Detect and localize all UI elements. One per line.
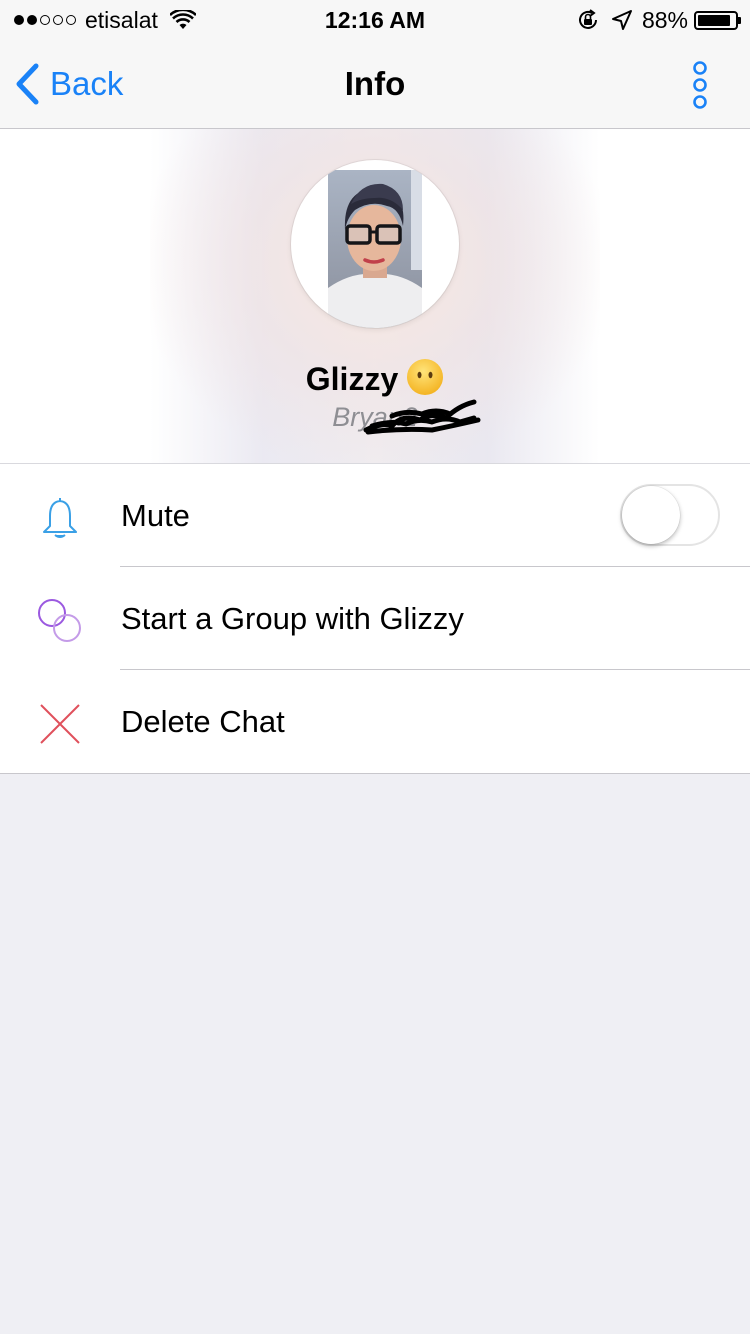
status-bar: etisalat 12:16 AM 88% (0, 0, 750, 40)
mute-row[interactable]: Mute (0, 464, 750, 567)
location-arrow-icon (611, 10, 632, 30)
orientation-lock-icon (578, 9, 597, 29)
options-list: Mute Start a Group with Glizzy Delete Ch… (0, 464, 750, 774)
group-circles-icon (38, 599, 81, 642)
bell-icon (43, 498, 77, 538)
page-title: Info (344, 65, 406, 102)
x-icon (40, 704, 80, 744)
profile-photo (328, 170, 422, 328)
navigation-bar: Back Info (0, 40, 750, 129)
delete-chat-label: Delete Chat (121, 704, 285, 739)
start-group-row[interactable]: Start a Group with Glizzy (0, 566, 750, 670)
battery-icon (694, 10, 741, 30)
toggle-knob (622, 486, 680, 544)
no-mouth-face-icon (407, 359, 444, 395)
delete-chat-row[interactable]: Delete Chat (0, 669, 750, 773)
redaction-scribble (363, 399, 481, 435)
mute-toggle[interactable] (620, 484, 720, 546)
battery-percent: 88% (641, 6, 688, 33)
start-group-label: Start a Group with Glizzy (121, 601, 464, 636)
battery-fill (698, 14, 730, 26)
status-right: 88% (576, 6, 741, 34)
mute-label: Mute (121, 498, 190, 533)
avatar[interactable] (291, 160, 459, 328)
more-options-icon[interactable] (680, 60, 720, 110)
